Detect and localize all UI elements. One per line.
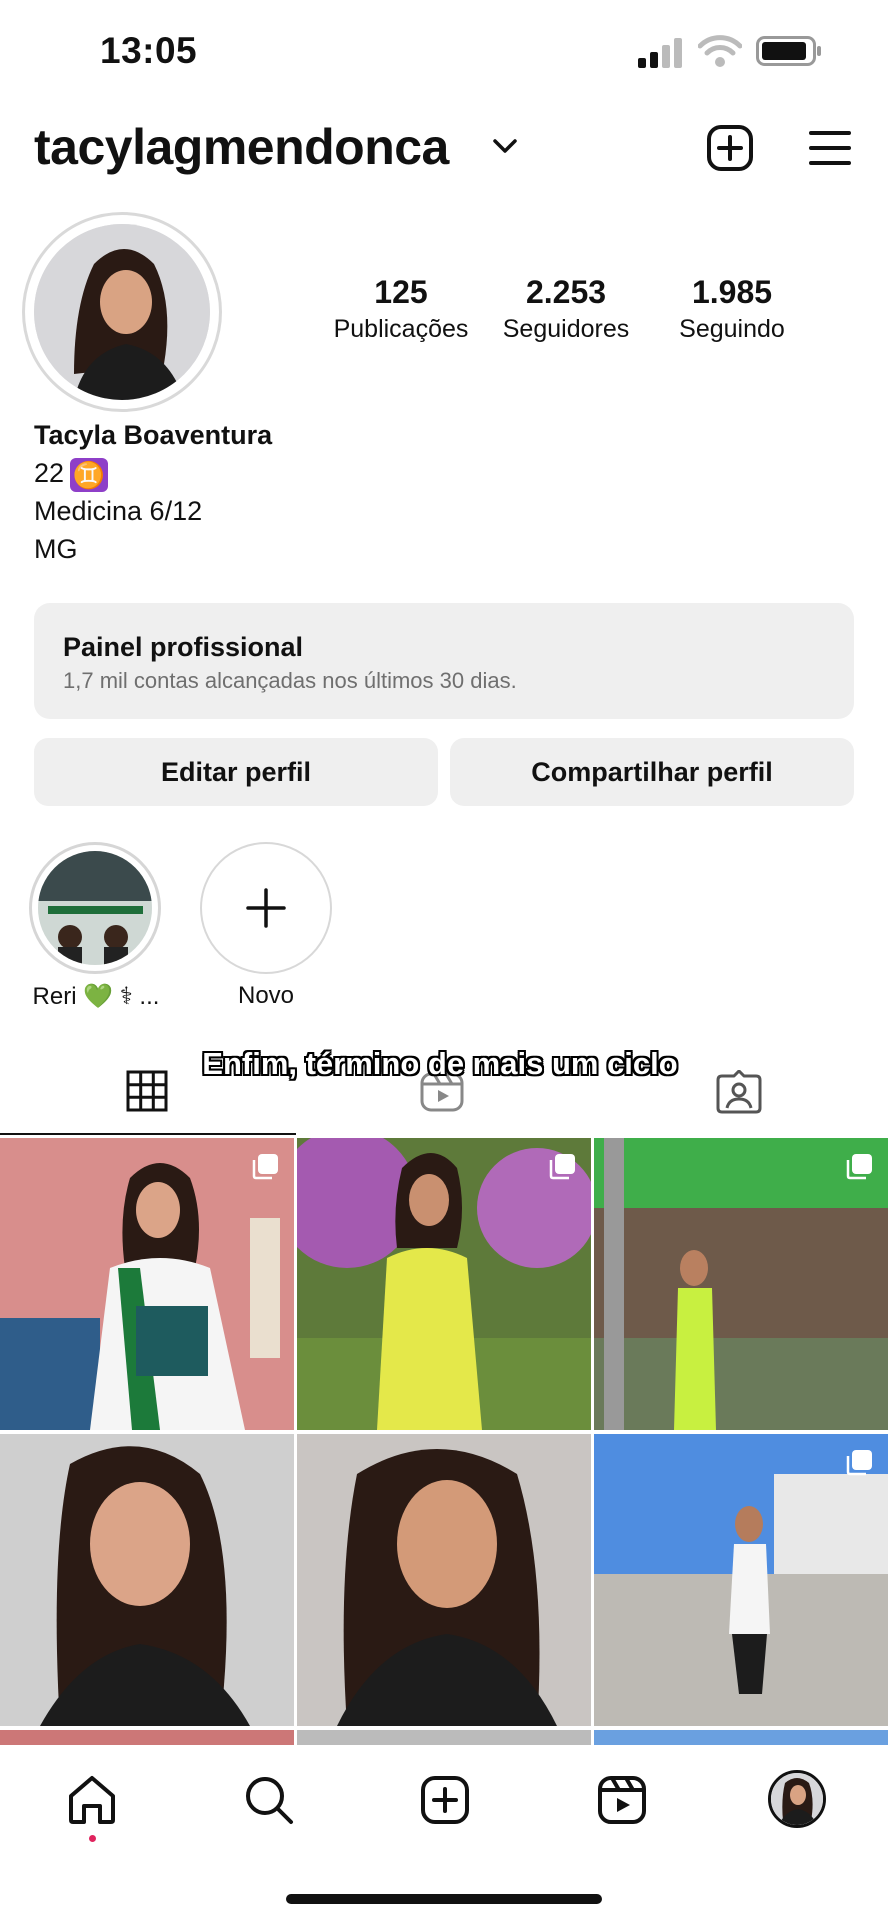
tagged-icon[interactable] (716, 1070, 762, 1114)
plus-square-icon[interactable] (706, 124, 754, 172)
hamburger-menu-icon[interactable] (808, 128, 852, 168)
profile-display-name: Tacyla Boaventura (34, 420, 273, 450)
chevron-down-icon[interactable] (492, 136, 518, 156)
share-profile-button[interactable]: Compartilhar perfil (450, 738, 854, 806)
stat-followers-value: 2.253 (525, 274, 607, 310)
home-indicator (286, 1894, 602, 1904)
search-icon[interactable] (243, 1774, 295, 1826)
carousel-icon (549, 1154, 575, 1180)
home-icon[interactable] (66, 1774, 118, 1826)
bio-age: 22 (34, 458, 65, 489)
professional-dashboard-subtitle: 1,7 mil contas alcançadas nos últimos 30… (63, 668, 517, 693)
stat-followers-label: Seguidores (502, 315, 630, 343)
grid-icon[interactable] (126, 1070, 168, 1112)
highlight-cover[interactable] (38, 851, 152, 965)
stat-following[interactable]: 1.985 Seguindo (652, 274, 812, 344)
carousel-icon (846, 1154, 872, 1180)
reels-icon[interactable] (596, 1774, 648, 1826)
post-thumbnail[interactable] (0, 1434, 294, 1726)
bio-line-location: MG (34, 534, 78, 564)
stat-posts-label: Publicações (333, 315, 469, 343)
gemini-emoji: ♊ (70, 458, 109, 492)
post-thumbnail[interactable] (297, 1138, 591, 1430)
status-time: 13:05 (100, 30, 198, 71)
stat-followers[interactable]: 2.253 Seguidores (486, 274, 646, 344)
new-highlight-button[interactable] (200, 842, 332, 974)
notification-dot (89, 1835, 96, 1842)
post-thumbnail[interactable] (0, 1138, 294, 1430)
stat-following-label: Seguindo (679, 315, 785, 343)
professional-dashboard-title: Painel profissional (63, 632, 304, 662)
bio-line-course: Medicina 6/12 (34, 496, 203, 526)
battery-icon (756, 36, 821, 66)
post-thumbnail[interactable] (594, 1434, 888, 1726)
active-tab-indicator (0, 1133, 296, 1135)
profile-username[interactable]: tacylagmendonca (34, 118, 449, 176)
avatar[interactable] (34, 224, 210, 400)
post-thumbnail[interactable] (594, 1138, 888, 1430)
carousel-icon (252, 1154, 278, 1180)
wifi-icon (698, 35, 742, 67)
new-highlight-label: Novo (237, 982, 295, 1009)
video-caption: Enfim, término de mais um ciclo (202, 1046, 678, 1081)
stat-posts-value: 125 (374, 274, 428, 310)
create-icon[interactable] (419, 1774, 471, 1826)
highlight-label: Reri 💚 ⚕ ... (32, 983, 160, 1010)
bio-line-age: 22 ♊ (34, 458, 109, 492)
profile-avatar[interactable] (768, 1770, 826, 1828)
stat-following-value: 1.985 (691, 274, 773, 310)
post-thumbnail[interactable] (297, 1434, 591, 1726)
carousel-icon (846, 1450, 872, 1476)
stat-posts[interactable]: 125 Publicações (321, 274, 481, 344)
cellular-signal-icon (638, 38, 682, 68)
edit-profile-button[interactable]: Editar perfil (34, 738, 438, 806)
plus-icon (246, 888, 286, 928)
